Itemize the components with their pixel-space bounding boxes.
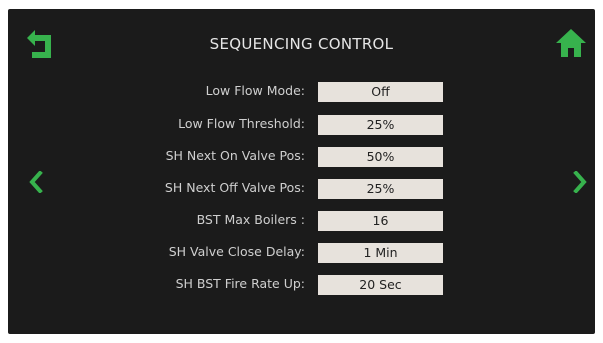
- screen-panel: SEQUENCING CONTROL Low Flow Mode: Off Lo…: [8, 9, 595, 334]
- home-icon: [556, 29, 586, 57]
- sh-valve-close-delay-field[interactable]: 1 Min: [318, 243, 443, 263]
- sh-bst-fire-rate-up-field[interactable]: 20 Sec: [318, 275, 443, 295]
- home-button[interactable]: [555, 27, 587, 59]
- setting-label: SH Valve Close Delay:: [168, 244, 305, 259]
- sh-next-on-valve-pos-field[interactable]: 50%: [318, 147, 443, 167]
- low-flow-threshold-field[interactable]: 25%: [318, 115, 443, 135]
- setting-label: BST Max Boilers :: [196, 212, 305, 227]
- page-title: SEQUENCING CONTROL: [209, 35, 394, 53]
- setting-label: Low Flow Mode:: [205, 83, 305, 98]
- setting-label: SH Next Off Valve Pos:: [164, 180, 305, 195]
- setting-row-low-flow-threshold: Low Flow Threshold: 25%: [8, 115, 595, 137]
- setting-row-sh-bst-fire-rate-up: SH BST Fire Rate Up: 20 Sec: [8, 275, 595, 297]
- setting-row-sh-next-on-valve-pos: SH Next On Valve Pos: 50%: [8, 147, 595, 169]
- setting-row-bst-max-boilers: BST Max Boilers : 16: [8, 211, 595, 233]
- setting-row-low-flow-mode: Low Flow Mode: Off: [8, 82, 595, 104]
- setting-row-sh-valve-close-delay: SH Valve Close Delay: 1 Min: [8, 243, 595, 265]
- setting-row-sh-next-off-valve-pos: SH Next Off Valve Pos: 25%: [8, 179, 595, 201]
- setting-label: SH Next On Valve Pos:: [165, 148, 305, 163]
- setting-label: SH BST Fire Rate Up:: [175, 276, 305, 291]
- low-flow-mode-field[interactable]: Off: [318, 82, 443, 102]
- setting-label: Low Flow Threshold:: [178, 116, 305, 131]
- sh-next-off-valve-pos-field[interactable]: 25%: [318, 179, 443, 199]
- bst-max-boilers-field[interactable]: 16: [318, 211, 443, 231]
